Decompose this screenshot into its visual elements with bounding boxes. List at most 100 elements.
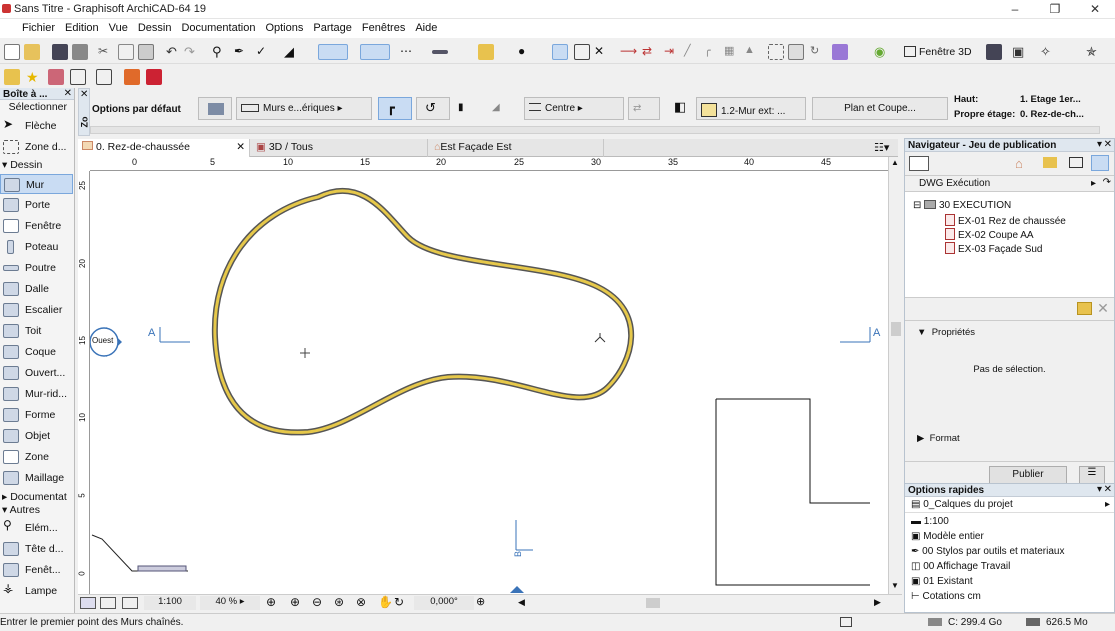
tool-zone[interactable]: Zone [0,447,73,467]
cut-icon[interactable]: ✂ [98,44,114,60]
plan-coupe-button[interactable]: Plan et Coupe... [812,97,948,120]
tool-coque[interactable]: Coque [0,342,73,362]
line-weight-icon[interactable] [432,50,448,54]
snap-guides-icon[interactable] [318,44,348,60]
section-documentation[interactable]: ▸ Documentat [2,491,67,503]
menu-partage[interactable]: Partage [308,19,357,37]
scroll-left-icon[interactable]: ◀ [518,597,525,608]
undo-icon[interactable]: ↶ [166,44,182,60]
quick-option-scale[interactable]: ▬ 1:100 [911,516,949,527]
gravity-icon[interactable] [360,44,390,60]
adjust-icon[interactable]: ⇥ [664,44,680,60]
zoom-area-icon[interactable]: ⊕ [266,595,276,609]
minimize-button[interactable]: – [1000,0,1030,19]
tool-toit[interactable]: Toit [0,321,73,341]
menu-options[interactable]: Options [260,19,308,37]
layout-book-icon[interactable] [1069,157,1083,168]
save-icon[interactable] [52,44,68,60]
quick-option-display[interactable]: ◫ 00 Affichage Travail [911,561,1010,572]
canvas-vertical-scrollbar[interactable]: ▲ ▼ [888,157,902,594]
tool-poutre[interactable]: Poutre [0,258,73,278]
tool-fenetre[interactable]: Fenêtre [0,216,73,236]
tab-menu-icon[interactable]: ☷▾ [874,141,889,154]
slanted-wall-icon[interactable]: ◢ [488,97,518,120]
section-dessin[interactable]: ▾ Dessin [2,159,42,171]
horizontal-scrollbar[interactable]: ◀ ▶ [514,597,884,609]
grid-snap-icon[interactable]: ⋯ [400,44,416,60]
menu-edition[interactable]: Edition [60,19,104,37]
quick-option-dimensions[interactable]: ⊢ Cotations cm [911,591,981,602]
split-icon[interactable]: ⇄ [642,44,658,60]
element-info-icon[interactable] [70,69,86,85]
fenetre-3d-button[interactable]: Fenêtre 3D [900,43,976,61]
select-label[interactable]: Sélectionner [0,101,73,113]
navigator-splitter[interactable]: ✕ [905,297,1114,321]
reference-line-selector[interactable]: Centre ▸ [524,97,624,120]
scroll-up-icon[interactable]: ▲ [891,158,899,167]
toolbox-close-icon[interactable]: ✕ [64,88,72,99]
properties-toggle[interactable]: ▼ Propriétés [917,327,975,338]
zoom-previous-icon[interactable]: ⊗ [356,595,366,609]
project-map-icon[interactable]: ⌂ [1015,156,1023,171]
tool-fleche[interactable]: ➤ Flèche [0,116,73,136]
tool-porte[interactable]: Porte [0,195,73,215]
composite-selector[interactable]: Murs e...ériques ▸ [236,97,372,120]
layer-selector[interactable]: 1.2-Mur ext: ... [696,97,806,120]
zoom-fit-window-icon[interactable]: ⊛ [334,595,344,609]
scroll-right-icon[interactable]: ▶ [874,597,881,608]
menu-vue[interactable]: Vue [104,19,133,37]
publisher-map-icon[interactable] [909,156,929,171]
section-autres[interactable]: ▾ Autres [2,504,40,516]
layer-structure-icon[interactable]: ◧ [668,97,694,120]
tab-rez-de-chaussee[interactable]: 0. Rez-de-chaussée ✕ [78,139,250,157]
navigator-close-icon[interactable]: ✕ [1104,139,1112,150]
tool-element[interactable]: ⚲ Elém... [0,518,73,538]
layer-combination-selector[interactable]: ▤ 0_Calques du projet ▸ [905,497,1114,513]
maximize-button[interactable]: ❐ [1040,0,1070,19]
infobox-close-icon[interactable]: ✕ [80,89,88,100]
publish-options-button[interactable]: ☰ [1079,466,1105,484]
tab-facade-est[interactable]: ⌂Est Façade Est [430,139,604,157]
tool-fenet[interactable]: Fenêt... [0,560,73,580]
fillet-icon[interactable]: ╭ [704,44,720,60]
tool-tete[interactable]: Tête d... [0,539,73,559]
drawing-svg[interactable] [78,157,888,594]
zoom-field[interactable]: 40 % ▸ [200,596,260,610]
orientation-icon[interactable]: ⊕ [476,595,485,608]
explode-icon[interactable]: ▦ [724,44,740,60]
zoom-in-icon[interactable]: ⊕ [290,595,300,609]
intersect-icon[interactable]: ╱ [684,44,700,60]
tab-3d-tous[interactable]: ▣ 3D / Tous [252,139,428,157]
box-3d-icon[interactable]: ▣ [1012,44,1028,60]
scroll-thumb[interactable] [891,322,901,336]
floor-plan-canvas[interactable]: Ouest A A B [78,157,888,594]
menu-aide[interactable]: Aide [410,19,442,37]
group-icon[interactable] [768,44,784,60]
render-icon[interactable] [832,44,848,60]
zoom-out-icon[interactable]: ⊖ [312,595,322,609]
walk-icon[interactable]: ✯ [1086,44,1102,60]
tool-poteau[interactable]: Poteau [0,237,73,257]
rotate-view-icon[interactable]: ↻ [394,595,404,609]
menu-dessin[interactable]: Dessin [133,19,177,37]
view-map-icon[interactable] [1043,157,1057,168]
print-icon[interactable] [72,44,88,60]
close-x-icon[interactable]: ✕ [594,44,610,60]
quick-option-pens[interactable]: ✒ 00 Stylos par outils et materiaux [911,546,1064,557]
paste-icon[interactable] [138,44,154,60]
rotate-3d-icon[interactable]: ↻ [810,44,826,60]
tool-forme[interactable]: Forme [0,405,73,425]
tool-escalier[interactable]: Escalier [0,300,73,320]
propre-value[interactable]: 0. Rez-de-ch... [1020,109,1084,120]
quick-option-model[interactable]: ▣ Modèle entier [911,531,984,542]
new-file-icon[interactable] [4,44,20,60]
tree-item[interactable]: EX-01 Rez de chaussée [945,214,1066,227]
pen-icon[interactable]: ● [518,44,534,60]
quick-options-close-icon[interactable]: ✕ [1104,484,1112,495]
layers-icon[interactable] [4,69,20,85]
geometry-method-curved[interactable]: ↺ [416,97,450,120]
publisher-sets-icon[interactable] [1091,155,1109,171]
tool-mur-rid[interactable]: Mur-rid... [0,384,73,404]
wall-settings-button[interactable] [198,97,232,120]
layout-view-icon[interactable] [100,597,116,609]
